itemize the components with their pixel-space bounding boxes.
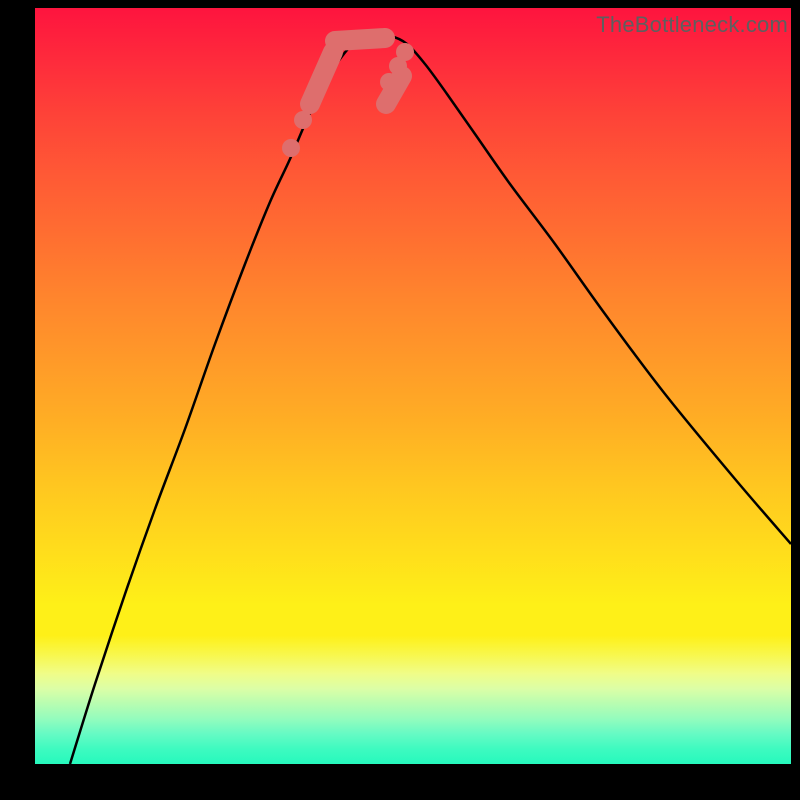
curve-marker-pill [310, 52, 333, 104]
bottleneck-curve [70, 35, 791, 764]
curve-marker-dot [396, 43, 414, 61]
chart-svg [35, 8, 791, 764]
curve-marker-pill [386, 76, 402, 104]
curve-markers [282, 38, 414, 157]
curve-marker-dot [282, 139, 300, 157]
chart-plot-area [35, 8, 791, 764]
curve-marker-pill [335, 38, 385, 41]
watermark-text: TheBottleneck.com [596, 12, 788, 38]
